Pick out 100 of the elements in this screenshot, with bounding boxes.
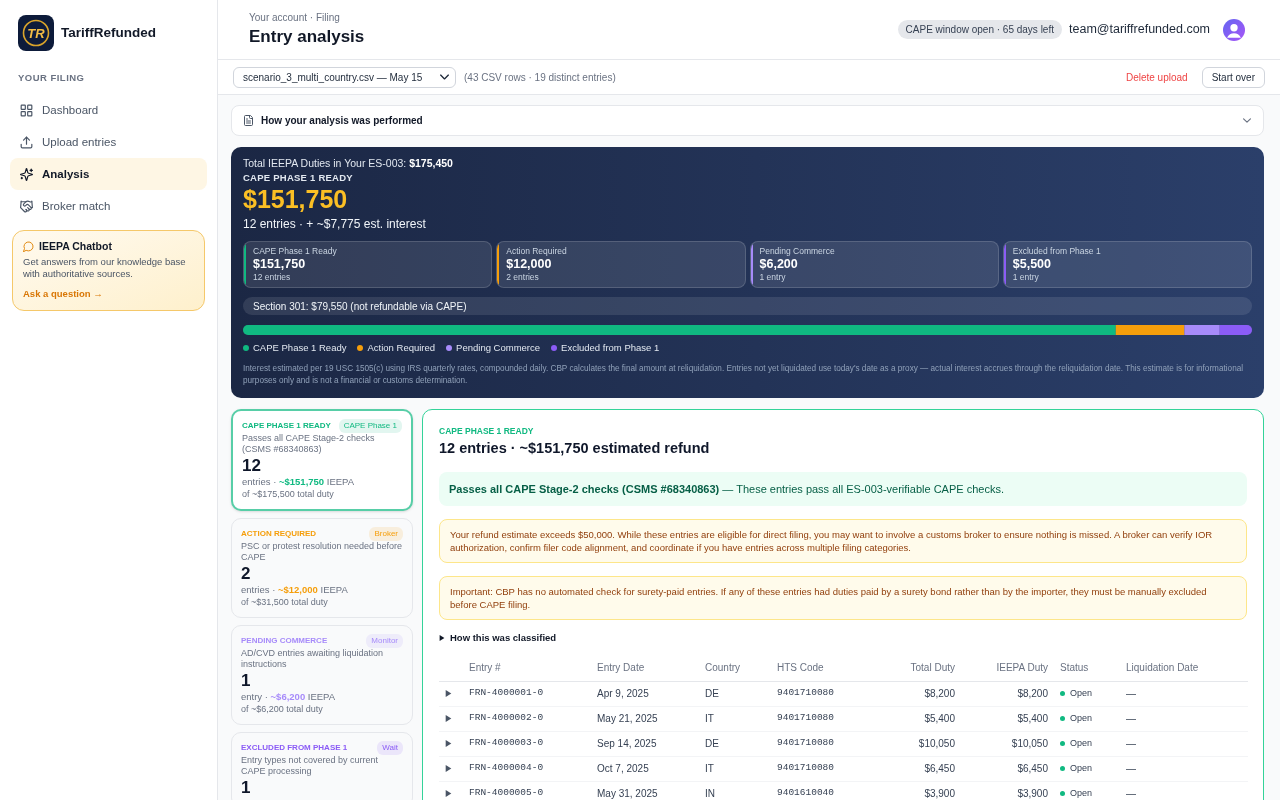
category-count: 1 [241, 778, 252, 798]
table-cell: May 21, 2025 [591, 706, 699, 731]
caret-icon[interactable] [445, 740, 452, 747]
nav-item[interactable]: Dashboard [10, 94, 207, 127]
file-info: (43 CSV rows · 19 distinct entries) [464, 70, 616, 85]
table-cell: Sep 14, 2025 [591, 731, 699, 756]
table-cell: DE [699, 731, 771, 756]
category-summary: entry · ~$6,200 IEEPA [241, 691, 337, 703]
category-title: EXCLUDED FROM PHASE 1 [241, 742, 348, 754]
caret-icon[interactable] [445, 790, 452, 797]
category-title: CAPE PHASE 1 READY [242, 420, 331, 432]
category-total: of ~$31,500 total duty [241, 596, 329, 608]
table-cell: FRN-4000002-0 [463, 706, 591, 731]
summary-eyebrow: CAPE PHASE 1 READY [243, 171, 354, 185]
table-cell: $3,900 [871, 781, 961, 800]
file-select[interactable]: scenario_3_multi_country.csv — May 15 [233, 66, 456, 88]
breadcrumb: Your account · Filing [249, 11, 340, 25]
category-description: AD/CVD entries awaiting liquidation instructions [241, 648, 385, 670]
caret-icon[interactable] [445, 765, 452, 772]
chat-bubble-icon [23, 240, 34, 252]
category-summary: entries · ~$151,750 IEEPA [242, 476, 356, 488]
category-badge: Wait [377, 741, 403, 755]
table-cell: $10,050 [961, 731, 1054, 756]
table-cell: $3,900 [961, 781, 1054, 800]
grid-icon [20, 103, 33, 117]
legend-label: Pending Commerce [456, 341, 541, 355]
logo-letters: TR [27, 26, 45, 40]
column-header: Status [1054, 655, 1120, 681]
table-cell: 9401710080 [771, 756, 871, 781]
summary-subline: 12 entries · + ~$7,775 est. interest [243, 216, 427, 233]
table-cell: — [1120, 731, 1248, 756]
chatbot-description: Get answers from our knowledge base with authoritative sources. [23, 256, 187, 281]
status-label: Open [1070, 786, 1093, 800]
table-cell: FRN-4000005-0 [463, 781, 591, 800]
classification-toggle[interactable]: How this was classified [439, 632, 557, 644]
category-card[interactable]: CAPE PHASE 1 READY CAPE Phase 1 Passes all CAPE Stage-2 checks (CSMS #68340863) 12 entries · ~$151,750 IEEPA of ~$175,500 total duty [231, 409, 413, 511]
page-title: Entry analysis [249, 26, 365, 48]
category-description: PSC or protest resolution needed before CAPE [241, 541, 403, 563]
category-card[interactable]: PENDING COMMERCE Monitor AD/CVD entries awaiting liquidation instructions 1 entry · ~$6,200 IEEPA of ~$6,200 total duty [231, 625, 413, 725]
stat-value: $12,000 [506, 257, 553, 272]
legend-label: Excluded from Phase 1 [561, 341, 660, 355]
caret-icon[interactable] [445, 690, 452, 697]
analysis-method-toggle[interactable]: How your analysis was performed [231, 105, 1264, 136]
chevron-down-icon [440, 74, 449, 80]
table-cell: — [1120, 706, 1248, 731]
table-cell: 9401710080 [771, 706, 871, 731]
category-count: 1 [241, 671, 252, 691]
legend-label: CAPE Phase 1 Ready [253, 341, 347, 355]
category-count: 2 [241, 564, 252, 584]
status-label: Open [1070, 761, 1093, 775]
nav-item[interactable]: Broker match [10, 190, 207, 223]
column-header: HTS Code [771, 655, 871, 681]
document-icon [244, 115, 253, 126]
table-cell: $5,400 [871, 706, 961, 731]
start-over-button[interactable]: Start over [1201, 66, 1265, 88]
category-badge: CAPE Phase 1 [338, 419, 402, 433]
total-duties-text: Total IEEPA Duties in Your ES-003: $175,450 [243, 156, 454, 171]
table-cell: $10,050 [871, 731, 961, 756]
stat-count: 1 entry [1012, 272, 1040, 283]
category-card[interactable]: ACTION REQUIRED Broker PSC or protest resolution needed before CAPE 2 entries · ~$12,000 IEEPA of ~$31,500 total duty [231, 518, 413, 618]
account-email: team@tariffrefunded.com [1069, 21, 1210, 39]
stat-value: $6,200 [759, 257, 799, 272]
section-label: YOUR FILING [17, 71, 86, 85]
category-count: 12 [242, 456, 262, 476]
category-card[interactable]: EXCLUDED FROM PHASE 1 Wait Entry types not covered by current CAPE processing 1 [231, 732, 413, 800]
status-label: Open [1070, 686, 1093, 700]
category-total: of ~$6,200 total duty [241, 703, 324, 715]
warning-notice: Important: CBP has no automated check for surety-paid entries. If any of these entries had duties paid by a surety bond rather than by the importer, they must be manually excluded before CAPE filing. [439, 576, 1247, 620]
table-cell: $5,400 [961, 706, 1054, 731]
delete-upload-button[interactable]: Delete upload [1125, 69, 1188, 85]
column-header: Liquidation Date [1120, 655, 1248, 681]
column-header: Total Duty [871, 655, 961, 681]
nav-item[interactable]: Analysis [10, 158, 207, 191]
table-cell: — [1120, 756, 1248, 781]
status-label: Open [1070, 736, 1093, 750]
table-cell: IT [699, 706, 771, 731]
brand-name: TariffRefunded [61, 23, 156, 42]
detail-eyebrow: CAPE PHASE 1 READY [439, 425, 535, 437]
table-cell: $6,450 [961, 756, 1054, 781]
category-badge: Broker [369, 527, 403, 541]
disclaimer-text: Interest estimated per 19 USC 1505(c) using IRS quarterly rates, compounded daily. CBP calculates the final amount at reliquidation. Entries not yet liquidated use today's date as a proxy — actual interest accrues through the reliquidation date. This estimate is for informational purposes only and is not a financial or customs determination. [243, 363, 1245, 387]
sparkles-icon [20, 167, 33, 181]
column-header: Entry # [463, 655, 591, 681]
success-notice: Passes all CAPE Stage-2 checks (CSMS #68340863) — These entries pass all ES-003-verifiable CAPE checks. [439, 472, 1247, 506]
window-status-badge: CAPE window open · 65 days left [897, 20, 1062, 39]
category-description: Entry types not covered by current CAPE processing [241, 755, 380, 777]
table-cell: $6,450 [871, 756, 961, 781]
handshake-icon [20, 199, 33, 213]
avatar-icon[interactable] [1223, 18, 1245, 41]
table-cell: May 31, 2025 [591, 781, 699, 800]
column-header: Entry Date [591, 655, 699, 681]
nav-item[interactable]: Upload entries [10, 126, 207, 159]
table-cell: IN [699, 781, 771, 800]
section-301-note: Section 301: $79,550 (not refundable via CAPE) [243, 297, 1252, 315]
table-cell: 9401610040 [771, 781, 871, 800]
table-cell: 9401710080 [771, 731, 871, 756]
caret-icon[interactable] [445, 715, 452, 722]
stat-value: $5,500 [1012, 257, 1052, 272]
table-cell: — [1120, 781, 1248, 800]
column-header: Country [699, 655, 771, 681]
